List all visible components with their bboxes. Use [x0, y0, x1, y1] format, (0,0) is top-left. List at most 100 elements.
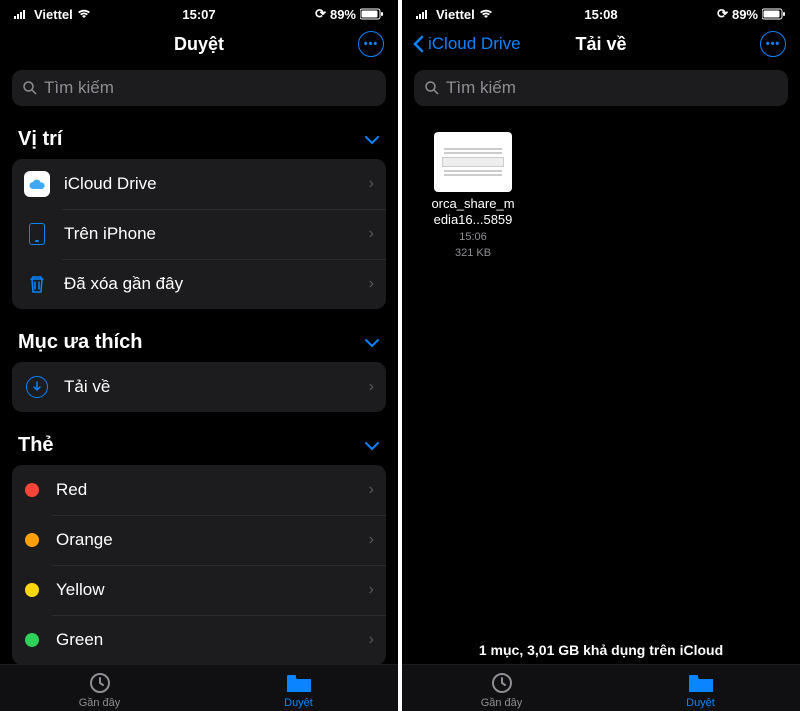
row-label: Yellow	[56, 580, 353, 600]
row-on-iphone[interactable]: Trên iPhone ›	[12, 209, 386, 259]
section-title: Mục ưa thích	[18, 331, 143, 354]
trash-icon	[24, 271, 50, 297]
chevron-right-icon: ›	[369, 378, 374, 396]
back-label: iCloud Drive	[428, 34, 521, 54]
phone-icon	[29, 223, 45, 245]
more-button[interactable]: •••	[358, 31, 384, 57]
folder-icon	[687, 671, 715, 695]
clock-icon	[86, 671, 114, 695]
storage-status: 1 mục, 3,01 GB khả dụng trên iCloud	[414, 632, 788, 664]
battery-percent: 89%	[330, 7, 356, 22]
chevron-right-icon: ›	[369, 531, 374, 549]
row-icloud-drive[interactable]: iCloud Drive ›	[12, 159, 386, 209]
orientation-lock-icon: ⟳	[315, 6, 326, 22]
row-tag-yellow[interactable]: Yellow ›	[12, 565, 386, 615]
search-field[interactable]: Tìm kiếm	[12, 70, 386, 106]
content-scroll[interactable]: orca_share_media16...5859 15:06 321 KB 1…	[402, 116, 800, 664]
search-field[interactable]: Tìm kiếm	[414, 70, 788, 106]
chevron-right-icon: ›	[369, 481, 374, 499]
row-tag-orange[interactable]: Orange ›	[12, 515, 386, 565]
nav-bar: Duyệt •••	[0, 24, 398, 64]
icloud-icon	[24, 171, 50, 197]
page-title: Duyệt	[174, 34, 224, 55]
battery-icon	[360, 8, 384, 20]
file-name: orca_share_media16...5859	[428, 196, 518, 227]
chevron-down-icon	[364, 338, 380, 348]
clock: 15:08	[584, 7, 617, 22]
section-title: Thẻ	[18, 434, 54, 457]
content-scroll[interactable]: Vị trí iCloud Drive › Trên iPhone › Đã x…	[0, 116, 398, 664]
tab-bar: Gần đây Duyệt	[0, 664, 398, 711]
row-label: Red	[56, 480, 353, 500]
status-bar: Viettel 15:07 ⟳ 89%	[0, 0, 398, 24]
row-downloads[interactable]: Tải về ›	[12, 362, 386, 412]
folder-icon	[285, 671, 313, 695]
screen-downloads: Viettel 15:08 ⟳ 89% iCloud Drive Tải về …	[402, 0, 800, 711]
section-header-tags[interactable]: Thẻ	[12, 422, 386, 465]
tags-group: Red › Orange › Yellow › Green ›	[12, 465, 386, 664]
clock: 15:07	[182, 7, 215, 22]
row-recently-deleted[interactable]: Đã xóa gần đây ›	[12, 259, 386, 309]
battery-icon	[762, 8, 786, 20]
chevron-down-icon	[364, 441, 380, 451]
tab-browse[interactable]: Duyệt	[661, 671, 741, 709]
chevron-right-icon: ›	[369, 631, 374, 649]
signal-icon	[416, 9, 432, 19]
screen-browse: Viettel 15:07 ⟳ 89% Duyệt ••• Tìm kiếm V…	[0, 0, 398, 711]
favorites-group: Tải về ›	[12, 362, 386, 412]
tab-label: Gần đây	[79, 697, 121, 709]
orientation-lock-icon: ⟳	[717, 6, 728, 22]
file-thumbnail	[434, 132, 512, 192]
tag-dot-icon	[25, 533, 39, 547]
row-label: Đã xóa gần đây	[64, 274, 355, 294]
section-header-favorites[interactable]: Mục ưa thích	[12, 319, 386, 362]
more-button[interactable]: •••	[760, 31, 786, 57]
tab-bar: Gần đây Duyệt	[402, 664, 800, 711]
chevron-left-icon	[412, 35, 424, 53]
row-tag-red[interactable]: Red ›	[12, 465, 386, 515]
locations-group: iCloud Drive › Trên iPhone › Đã xóa gần …	[12, 159, 386, 309]
tab-label: Gần đây	[481, 697, 523, 709]
tab-recents[interactable]: Gần đây	[60, 671, 140, 709]
clock-icon	[488, 671, 516, 695]
carrier-label: Viettel	[34, 7, 73, 22]
tag-dot-icon	[25, 483, 39, 497]
chevron-right-icon: ›	[369, 275, 374, 293]
chevron-right-icon: ›	[369, 175, 374, 193]
row-label: Green	[56, 630, 353, 650]
file-item[interactable]: orca_share_media16...5859 15:06 321 KB	[428, 132, 518, 259]
file-grid: orca_share_media16...5859 15:06 321 KB	[414, 116, 788, 275]
row-label: iCloud Drive	[64, 174, 355, 194]
tab-label: Duyệt	[686, 697, 715, 709]
tab-label: Duyệt	[284, 697, 313, 709]
nav-bar: iCloud Drive Tải về •••	[402, 24, 800, 64]
row-tag-green[interactable]: Green ›	[12, 615, 386, 664]
download-icon	[26, 376, 48, 398]
search-icon	[22, 80, 38, 96]
carrier-label: Viettel	[436, 7, 475, 22]
ellipsis-icon: •••	[766, 39, 781, 50]
signal-icon	[14, 9, 30, 19]
section-title: Vị trí	[18, 128, 62, 151]
chevron-right-icon: ›	[369, 581, 374, 599]
chevron-down-icon	[364, 135, 380, 145]
tag-dot-icon	[25, 583, 39, 597]
status-bar: Viettel 15:08 ⟳ 89%	[402, 0, 800, 24]
file-size: 321 KB	[455, 247, 491, 259]
search-icon	[424, 80, 440, 96]
wifi-icon	[77, 9, 91, 19]
tab-recents[interactable]: Gần đây	[462, 671, 542, 709]
row-label: Tải về	[64, 377, 355, 397]
tab-browse[interactable]: Duyệt	[259, 671, 339, 709]
ellipsis-icon: •••	[364, 39, 379, 50]
search-placeholder: Tìm kiếm	[44, 78, 114, 98]
row-label: Trên iPhone	[64, 224, 355, 244]
page-title: Tải về	[575, 34, 626, 55]
file-time: 15:06	[459, 231, 487, 243]
section-header-locations[interactable]: Vị trí	[12, 116, 386, 159]
wifi-icon	[479, 9, 493, 19]
tag-dot-icon	[25, 633, 39, 647]
search-placeholder: Tìm kiếm	[446, 78, 516, 98]
back-button[interactable]: iCloud Drive	[412, 34, 521, 54]
battery-percent: 89%	[732, 7, 758, 22]
